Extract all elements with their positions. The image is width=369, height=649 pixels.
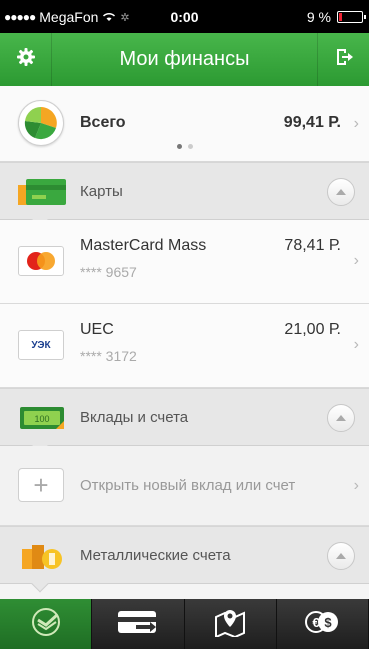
collapse-button[interactable]	[327, 542, 355, 570]
total-amount: 99,41 Р.	[283, 114, 341, 131]
battery-label: 9 %	[306, 9, 331, 25]
page-dot-active	[176, 144, 182, 149]
tab-map[interactable]	[185, 599, 277, 649]
list-item-card[interactable]: MasterCard Mass **** 9657 78,41 Р. ›	[0, 220, 369, 304]
sberbank-logo-icon	[31, 607, 61, 642]
plus-icon: +	[18, 468, 64, 502]
currency-icon: € $	[302, 607, 342, 642]
card-number: **** 3172	[80, 348, 137, 364]
page-dot	[187, 144, 193, 149]
app-header: Мои финансы	[0, 33, 369, 86]
page-indicator	[0, 144, 369, 149]
svg-text:$: $	[325, 615, 333, 630]
collapse-button[interactable]	[327, 404, 355, 432]
logout-button[interactable]	[317, 33, 369, 86]
status-bar: ●●●●● MegaFon ✲ 0:00 9 %	[0, 0, 369, 33]
chevron-right-icon: ›	[353, 252, 359, 269]
chevron-right-icon: ›	[353, 477, 359, 494]
tab-transfers[interactable]	[92, 599, 185, 649]
uec-logo: УЭК	[18, 330, 64, 360]
total-label: Всего	[80, 114, 126, 131]
chevron-up-icon	[335, 547, 347, 565]
open-deposit-label: Открыть новый вклад или счет	[80, 477, 296, 494]
chevron-up-icon	[335, 183, 347, 201]
list-item-card[interactable]: УЭК UEC **** 3172 21,00 Р. ›	[0, 304, 369, 388]
section-cards-label: Карты	[80, 183, 123, 200]
gold-bars-icon	[18, 541, 66, 571]
banknote-icon: 100	[18, 403, 66, 433]
gear-icon	[16, 47, 36, 72]
settings-button[interactable]	[0, 33, 52, 86]
transfer-icon	[116, 607, 160, 642]
tab-bar: € $	[0, 599, 369, 649]
chevron-right-icon: ›	[353, 336, 359, 353]
map-pin-icon	[213, 607, 247, 642]
finances-list: Всего 99,41 Р. › Карты MasterCard Mass *…	[0, 86, 369, 599]
section-cards[interactable]: Карты	[0, 162, 369, 229]
svg-text:100: 100	[34, 414, 49, 424]
logout-icon	[334, 47, 354, 72]
card-amount: 78,41 Р.	[284, 237, 341, 254]
tab-currency[interactable]: € $	[277, 599, 369, 649]
open-deposit-row[interactable]: + Открыть новый вклад или счет ›	[0, 446, 369, 526]
collapse-button[interactable]	[327, 178, 355, 206]
page-title: Мои финансы	[119, 48, 250, 70]
card-number: **** 9657	[80, 264, 137, 280]
card-amount: 21,00 Р.	[284, 321, 341, 338]
card-name: UEC	[80, 321, 114, 338]
card-name: MasterCard Mass	[80, 237, 207, 254]
chevron-right-icon: ›	[353, 115, 359, 132]
section-deposits[interactable]: 100 Вклады и счета	[0, 388, 369, 455]
total-row[interactable]: Всего 99,41 Р. ›	[0, 86, 369, 162]
tab-home[interactable]	[0, 599, 93, 649]
mastercard-logo	[18, 246, 64, 276]
chevron-up-icon	[335, 409, 347, 427]
section-metals[interactable]: Металлические счета	[0, 526, 369, 593]
battery-icon	[337, 11, 366, 23]
section-metals-label: Металлические счета	[80, 547, 231, 564]
section-deposits-label: Вклады и счета	[80, 409, 189, 426]
pie-chart-icon	[18, 100, 64, 146]
cards-icon	[18, 177, 66, 207]
